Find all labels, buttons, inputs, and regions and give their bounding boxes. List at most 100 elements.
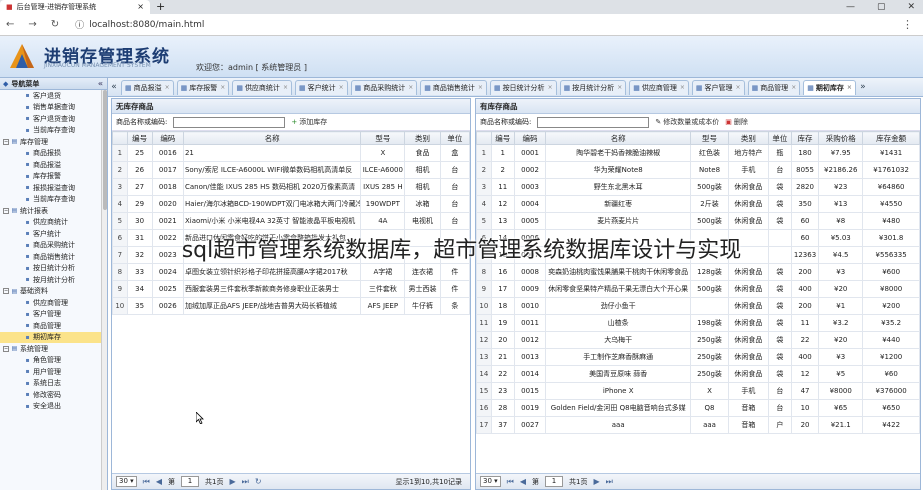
table-row[interactable]: 8 33 0024 卓图女装立领针织衫格子印花拼接高腰A字裙2017秋 A字裙 连衣裙件 [112, 263, 470, 281]
close-tab-icon[interactable]: × [339, 84, 344, 91]
close-window-icon[interactable]: ✕ [907, 0, 915, 14]
sidebar-item[interactable]: ▪ 修改密码 [0, 389, 107, 401]
table-row[interactable]: 9 17 0009 休闲零食坚果特产精品干果无漂白大个开心果 500g装 休闲食品袋 400… [476, 280, 920, 298]
address-field[interactable]: ⓘ localhost:8080/main.html [75, 18, 204, 32]
table-row[interactable]: 7 15 0007 12363 ¥4.5 ¥556335 [476, 246, 920, 264]
sidebar-item[interactable]: ▪ 客户统计 [0, 228, 107, 240]
sidebar-item[interactable]: ▪ 系统日志 [0, 378, 107, 390]
delete-button[interactable]: ▣ 删除 [725, 117, 748, 127]
back-icon[interactable]: ← [6, 19, 14, 30]
tab-item[interactable]: ▦ 商品采购统计 × [350, 79, 418, 95]
first-page-icon[interactable]: ⏮ [143, 477, 150, 487]
column-header[interactable]: 编码 [151, 131, 184, 145]
tab-item[interactable]: ▦ 客户管理 × [691, 79, 745, 95]
close-tab-icon[interactable]: × [478, 84, 483, 91]
table-row[interactable]: 15 23 0015 iPhone X X 手机台 47 ¥8000 ¥376000 [476, 382, 920, 400]
page-number-input[interactable]: 1 [545, 476, 564, 487]
tab-item[interactable]: ▦ 供应商管理 × [629, 79, 689, 95]
prev-page-icon[interactable]: ◀ [520, 477, 526, 486]
in-stock-search-input[interactable] [537, 116, 650, 128]
table-row[interactable]: 12 20 0012 大乌梅干 250g装 休闲食品袋 22 ¥20 ¥440 [476, 331, 920, 349]
close-tab-icon[interactable]: × [283, 84, 288, 91]
tabs-scroll-right-icon[interactable]: » [859, 82, 867, 92]
column-header[interactable]: 单位 [767, 131, 792, 145]
table-row[interactable]: 2 26 0017 Sony/索尼 ILCE-A6000L WIFI微单数码相机高清单… [112, 161, 470, 179]
table-row[interactable]: 2 2 0002 华为荣耀Note8 Note8 手机台 8055 ¥2186.26 ¥1761… [476, 161, 920, 179]
close-tab-icon[interactable]: × [736, 84, 741, 91]
tab-item[interactable]: ▦ 商品销售统计 × [420, 79, 487, 95]
sidebar-item[interactable]: ▪ 客户管理 [0, 309, 107, 321]
tab-item[interactable]: ▦ 按月统计分析 × [559, 79, 627, 95]
sidebar-item[interactable]: ▪ 客户退货查询 [0, 113, 107, 125]
sidebar-item[interactable]: ▪ 当前库存查询 [0, 194, 107, 206]
browser-menu-icon[interactable]: ⋮ [902, 18, 913, 31]
browser-tab[interactable]: ■ 后台管理-进销存管理系统 × [0, 0, 150, 14]
refresh-icon[interactable]: ↻ [255, 477, 262, 486]
table-row[interactable]: 4 29 0020 Haier/海尔冰箱BCD-190WDPT双门电冰箱大两门冷藏冷 1… [112, 195, 470, 213]
table-row[interactable]: 9 34 0025 西服套装男三件套秋季新款商务修身职业正装男士 三件套秋 男士西装件 [112, 280, 470, 298]
table-row[interactable]: 5 30 0021 Xiaomi/小米 小米电视4A 32英寸 智能液晶平板电视机 4A… [112, 212, 470, 230]
table-row[interactable]: 13 21 0013 手工制作芝麻香酥麻通 250g装 休闲食品袋 400 ¥3 ¥1200 [476, 348, 920, 366]
sidebar-item[interactable]: ▪ 商品采购统计 [0, 240, 107, 252]
page-size-select[interactable]: 30 ▾ [116, 476, 137, 487]
column-header[interactable]: 型号 [360, 131, 406, 145]
last-page-icon[interactable]: ⏭ [242, 477, 249, 487]
table-row[interactable]: 6 14 0006 60 ¥5.03 ¥301.8 [476, 229, 920, 247]
sidebar-item[interactable]: ▪ 角色管理 [0, 355, 107, 367]
prev-page-icon[interactable]: ◀ [156, 477, 162, 486]
forward-icon[interactable]: → [28, 19, 36, 30]
column-header[interactable]: 库存金额 [862, 131, 920, 145]
maximize-icon[interactable]: ▢ [877, 0, 886, 14]
tab-item[interactable]: ▦ 商品报溢 × [121, 79, 174, 95]
close-tab-icon[interactable]: × [165, 84, 170, 91]
close-tab-icon[interactable]: × [220, 84, 225, 91]
column-header[interactable]: 单位 [439, 131, 470, 145]
close-tab-icon[interactable]: × [408, 84, 413, 91]
sidebar-item[interactable]: ▪ 商品报溢 [0, 159, 107, 171]
sidebar-item[interactable]: ▪ 商品管理 [0, 320, 107, 332]
expand-toggle-icon[interactable]: − [3, 288, 9, 295]
sidebar-item[interactable]: ▪ 库存报警 [0, 171, 107, 183]
collapse-sidebar-icon[interactable]: « [98, 79, 103, 88]
table-row[interactable]: 7 32 0023 [112, 246, 470, 264]
close-tab-icon[interactable]: × [791, 84, 796, 91]
close-tab-icon[interactable]: × [617, 84, 622, 91]
column-header[interactable]: 类别 [404, 131, 441, 145]
next-page-icon[interactable]: ▶ [594, 477, 600, 486]
table-row[interactable]: 4 12 0004 新疆红枣 2斤装 休闲食品袋 350 ¥13 ¥4550 [476, 195, 920, 213]
close-tab-icon[interactable]: × [548, 84, 553, 91]
table-row[interactable]: 10 35 0026 加绒加厚正品AFS JEEP/战地吉普男大码长裤植绒 AFS JE… [112, 297, 470, 315]
column-header[interactable]: 名称 [182, 131, 362, 145]
expand-toggle-icon[interactable]: − [3, 345, 9, 352]
page-number-input[interactable]: 1 [181, 476, 200, 487]
table-row[interactable]: 1 25 0016 21 X 食品盒 [112, 144, 470, 162]
sidebar-item[interactable]: ▪ 供应商管理 [0, 297, 107, 309]
column-header[interactable]: 型号 [690, 131, 729, 145]
sidebar-item[interactable]: ▪ 销售单据查询 [0, 102, 107, 114]
next-page-icon[interactable]: ▶ [230, 477, 236, 486]
table-row[interactable]: 3 11 0003 野生东北黑木耳 500g装 休闲食品袋 2820 ¥23 ¥64860 [476, 178, 920, 196]
table-row[interactable]: 17 37 0027 aaa aaa 音箱户 20 ¥21.1 ¥422 [476, 416, 920, 434]
sidebar-item[interactable]: ▪ 安全退出 [0, 401, 107, 413]
first-page-icon[interactable]: ⏮ [507, 477, 514, 487]
minimize-icon[interactable]: — [846, 0, 855, 14]
table-row[interactable]: 11 19 0011 山楂条 198g装 休闲食品袋 11 ¥3.2 ¥35.2 [476, 314, 920, 332]
new-tab-icon[interactable]: + [156, 0, 165, 14]
tab-item[interactable]: ▦ 库存报警 × [176, 79, 230, 95]
sidebar-item[interactable]: − ▤ 基础资料 [0, 286, 107, 298]
edit-stock-button[interactable]: ✎ 修改数量或成本价 [655, 117, 719, 127]
tab-item[interactable]: ▦ 按日统计分析 × [489, 79, 557, 95]
table-row[interactable]: 3 27 0018 Canon/佳能 IXUS 285 HS 数码相机 2020万像素… [112, 178, 470, 196]
tab-item[interactable]: ▦ 供应商统计 × [232, 79, 292, 95]
table-row[interactable]: 10 18 0010 劲仔小鱼干 休闲食品袋 200 ¥1 ¥200 [476, 297, 920, 315]
column-header[interactable]: 编号 [126, 131, 153, 145]
column-header[interactable]: 类别 [727, 131, 769, 145]
column-header[interactable]: 名称 [545, 131, 692, 145]
table-row[interactable]: 6 31 0022 新品进口休闲零食好吃的饼干小零食整箱批发大礼包 [112, 229, 470, 247]
sidebar-item[interactable]: ▪ 商品销售统计 [0, 251, 107, 263]
column-header[interactable]: 采购价格 [818, 131, 864, 145]
no-stock-search-input[interactable] [173, 116, 286, 128]
sidebar-item[interactable]: ▪ 商品报损 [0, 148, 107, 160]
tab-item[interactable]: ▦ 商品管理 × [747, 79, 801, 95]
sidebar-item[interactable]: − ▤ 库存管理 [0, 136, 107, 148]
